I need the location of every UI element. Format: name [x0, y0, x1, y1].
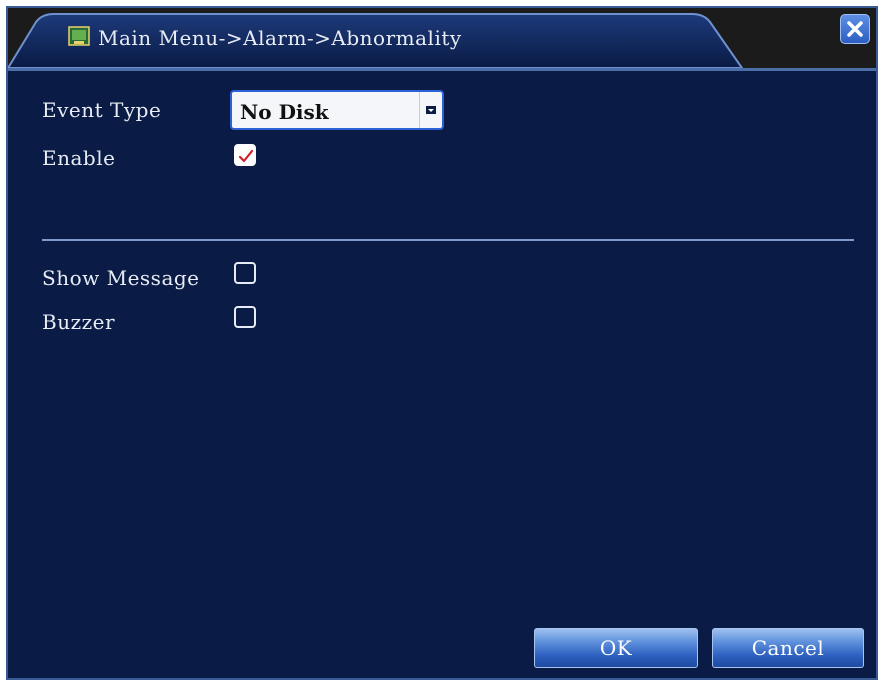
event-type-value: No Disk	[240, 100, 329, 124]
ok-button[interactable]: OK	[534, 628, 698, 668]
menu-screen-icon	[68, 26, 90, 48]
event-type-select[interactable]: No Disk	[230, 90, 444, 130]
check-icon	[238, 149, 254, 163]
dropdown-arrow-icon[interactable]	[419, 92, 442, 128]
title-content: Main Menu->Alarm->Abnormality	[68, 26, 462, 50]
section-divider	[42, 239, 854, 241]
enable-checkbox[interactable]	[234, 144, 256, 166]
cancel-button[interactable]: Cancel	[712, 628, 864, 668]
abnormality-dialog: Main Menu->Alarm->Abnormality Event Type…	[6, 6, 878, 680]
close-button[interactable]	[840, 14, 870, 44]
content-top-border	[8, 68, 876, 71]
window-title: Main Menu->Alarm->Abnormality	[98, 26, 462, 50]
show-message-checkbox[interactable]	[234, 262, 256, 284]
buzzer-label: Buzzer	[42, 310, 116, 334]
show-message-label: Show Message	[42, 266, 200, 290]
title-bar: Main Menu->Alarm->Abnormality	[8, 8, 876, 68]
close-icon	[847, 21, 863, 37]
enable-label: Enable	[42, 146, 116, 170]
buzzer-checkbox[interactable]	[234, 306, 256, 328]
title-tab: Main Menu->Alarm->Abnormality	[8, 12, 748, 68]
event-type-label: Event Type	[42, 98, 162, 122]
